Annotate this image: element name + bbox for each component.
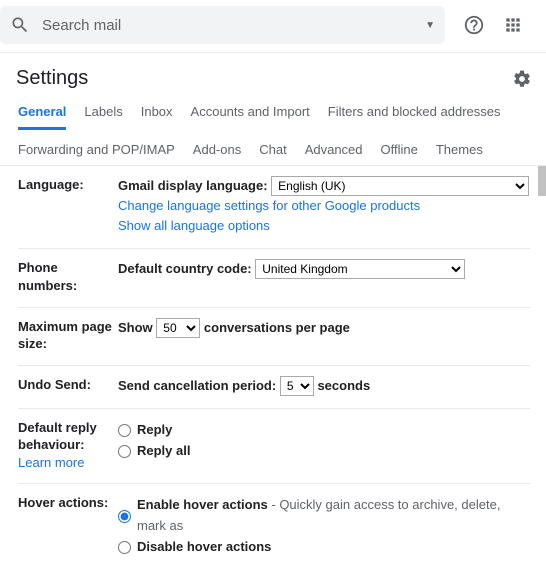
tab-themes[interactable]: Themes	[436, 142, 483, 165]
section-phone: Phone numbers: Default country code: Uni…	[18, 249, 530, 307]
section-hover: Hover actions: Enable hover actions - Qu…	[18, 484, 530, 569]
section-label: Maximum page size:	[18, 318, 118, 353]
disable-hover-option: Disable hover actions	[137, 537, 271, 557]
search-icon[interactable]	[10, 15, 30, 35]
undo-prefix: Send cancellation period:	[118, 378, 276, 393]
section-language: Language: Gmail display language: Englis…	[18, 166, 530, 249]
tab-forwarding[interactable]: Forwarding and POP/IMAP	[18, 142, 175, 165]
tab-inbox[interactable]: Inbox	[141, 104, 173, 130]
help-icon[interactable]	[463, 14, 485, 36]
reply-option: Reply	[137, 420, 172, 440]
change-language-link[interactable]: Change language settings for other Googl…	[118, 198, 420, 213]
country-code-select[interactable]: United Kingdom	[255, 259, 465, 279]
section-label: Default reply behaviour: Learn more	[18, 419, 118, 472]
section-label: Phone numbers:	[18, 259, 118, 294]
show-all-languages-link[interactable]: Show all language options	[118, 218, 270, 233]
enable-hover-radio[interactable]	[118, 510, 131, 523]
tab-general[interactable]: General	[18, 104, 66, 130]
tab-accounts[interactable]: Accounts and Import	[191, 104, 310, 130]
reply-radio[interactable]	[118, 424, 131, 437]
tab-addons[interactable]: Add-ons	[193, 142, 241, 165]
tab-filters[interactable]: Filters and blocked addresses	[328, 104, 501, 130]
undo-period-select[interactable]: 5	[280, 376, 314, 396]
undo-suffix: seconds	[317, 378, 370, 393]
search-input[interactable]	[42, 17, 419, 34]
disable-hover-radio[interactable]	[118, 541, 131, 554]
scrollbar-thumb[interactable]	[538, 166, 546, 196]
search-field[interactable]: ▼	[0, 6, 445, 44]
section-reply: Default reply behaviour: Learn more Repl…	[18, 409, 530, 485]
reply-label-text: Default reply behaviour:	[18, 420, 97, 453]
reply-all-radio[interactable]	[118, 445, 131, 458]
tab-chat[interactable]: Chat	[259, 142, 286, 165]
settings-tabs: General Labels Inbox Accounts and Import…	[0, 96, 546, 165]
pagesize-suffix: conversations per page	[204, 320, 350, 335]
learn-more-link[interactable]: Learn more	[18, 455, 84, 470]
page-title: Settings	[16, 67, 88, 90]
apps-grid-icon[interactable]	[503, 15, 523, 35]
tab-advanced[interactable]: Advanced	[305, 142, 363, 165]
section-label: Language:	[18, 176, 118, 236]
reply-all-option: Reply all	[137, 441, 190, 461]
section-undo: Undo Send: Send cancellation period: 5 s…	[18, 366, 530, 409]
tab-offline[interactable]: Offline	[381, 142, 418, 165]
language-select[interactable]: English (UK)	[271, 176, 529, 196]
section-label: Undo Send:	[18, 376, 118, 396]
gear-icon[interactable]	[512, 69, 532, 89]
tab-labels[interactable]: Labels	[84, 104, 122, 130]
search-options-caret[interactable]: ▼	[425, 20, 435, 31]
pagesize-prefix: Show	[118, 320, 153, 335]
section-label: Hover actions:	[18, 494, 118, 557]
country-code-label: Default country code:	[118, 261, 252, 276]
display-language-label: Gmail display language:	[118, 178, 268, 193]
pagesize-select[interactable]: 50	[156, 318, 200, 338]
section-pagesize: Maximum page size: Show 50 conversations…	[18, 308, 530, 366]
